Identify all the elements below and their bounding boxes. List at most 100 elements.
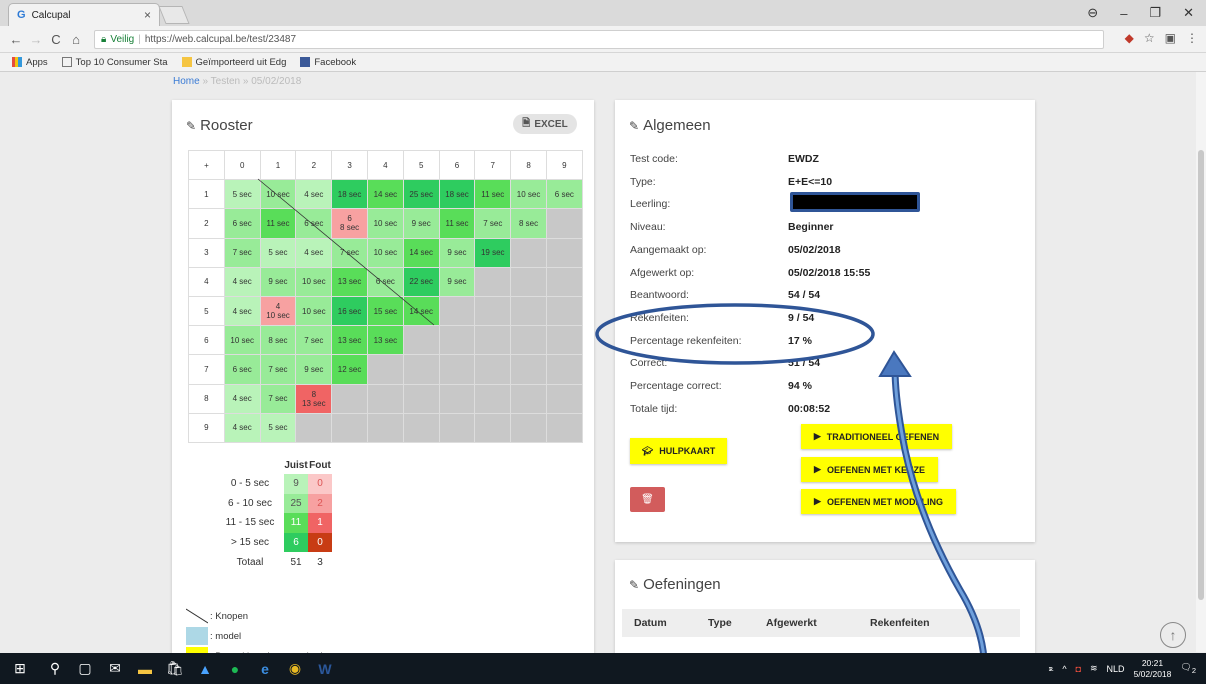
grid-cell[interactable]: 19 sec xyxy=(474,237,512,268)
grid-cell[interactable]: 7 sec xyxy=(259,383,297,414)
grid-cell[interactable]: 18 sec xyxy=(438,179,476,210)
grid-cell[interactable]: 6 sec xyxy=(295,208,333,239)
word-icon[interactable]: W xyxy=(310,653,340,684)
clock[interactable]: 20:21 5/02/2018 xyxy=(1134,658,1172,680)
grid-cell[interactable] xyxy=(545,208,583,239)
grid-cell[interactable]: 13 sec xyxy=(366,325,404,356)
grid-cell[interactable]: 11 sec xyxy=(474,179,512,210)
grid-cell[interactable] xyxy=(295,412,333,443)
grid-cell[interactable] xyxy=(474,325,512,356)
address-bar[interactable]: 🔒︎ Veilig | https://web.calcupal.be/test… xyxy=(94,30,1104,49)
col-afgewerkt[interactable]: Afgewerkt xyxy=(766,617,817,629)
grid-cell[interactable] xyxy=(331,383,368,414)
grid-cell[interactable] xyxy=(545,237,583,268)
grid-cell[interactable]: 14 sec xyxy=(402,295,440,327)
scroll-to-top-icon[interactable]: ↑ xyxy=(1160,622,1186,648)
bookmark-apps[interactable]: Apps xyxy=(12,57,48,68)
grid-cell[interactable]: 4 sec xyxy=(223,383,261,414)
grid-cell[interactable]: 11 sec xyxy=(259,208,297,239)
breadcrumb-home[interactable]: Home xyxy=(173,76,200,87)
grid-cell[interactable]: 22 sec xyxy=(402,266,440,297)
menu-dots-icon[interactable]: ⋮ xyxy=(1186,31,1198,45)
grid-cell[interactable]: 7 sec xyxy=(295,325,333,356)
grid-cell[interactable] xyxy=(438,354,476,385)
grid-cell[interactable] xyxy=(402,383,440,414)
breadcrumb-tests[interactable]: Testen xyxy=(211,76,240,87)
grid-cell[interactable] xyxy=(366,354,404,385)
grid-cell[interactable]: 8 13 sec xyxy=(295,383,333,414)
close-window-icon[interactable]: ✕ xyxy=(1183,5,1194,21)
grid-cell[interactable]: 6 sec xyxy=(223,354,261,385)
wifi-icon[interactable]: ≋ xyxy=(1090,663,1098,674)
grid-cell[interactable] xyxy=(545,325,583,356)
security-icon[interactable]: ◘ xyxy=(1076,664,1081,674)
grid-cell[interactable]: 6 8 sec xyxy=(331,208,368,239)
back-icon[interactable]: ← xyxy=(6,32,26,47)
traditioneel-oefenen-button[interactable]: ▶ TRADITIONEEL OEFENEN xyxy=(801,424,952,449)
col-rekenfeiten[interactable]: Rekenfeiten xyxy=(870,617,930,629)
profile-icon[interactable]: ⊖ xyxy=(1087,5,1098,21)
grid-cell[interactable]: 7 sec xyxy=(259,354,297,385)
grid-cell[interactable] xyxy=(366,412,404,443)
grid-cell[interactable]: 5 sec xyxy=(259,412,297,443)
grid-cell[interactable] xyxy=(545,354,583,385)
bookmark-star-icon[interactable]: ☆ xyxy=(1144,31,1155,45)
grid-cell[interactable]: 4 10 sec xyxy=(259,295,297,327)
grid-cell[interactable] xyxy=(402,412,440,443)
spotify-icon[interactable]: ● xyxy=(220,653,250,684)
grid-cell[interactable]: 10 sec xyxy=(366,237,404,268)
windows-start-icon[interactable]: ⊞ xyxy=(0,653,40,684)
grid-cell[interactable]: 9 sec xyxy=(438,237,476,268)
grid-cell[interactable] xyxy=(545,383,583,414)
grid-cell[interactable]: 6 sec xyxy=(545,179,583,210)
grid-cell[interactable] xyxy=(474,354,512,385)
oefenen-met-keuze-button[interactable]: ▶ OEFENEN MET KEUZE xyxy=(801,457,938,482)
chrome-icon[interactable]: ◉ xyxy=(280,653,310,684)
grid-cell[interactable]: 4 sec xyxy=(223,295,261,327)
grid-cell[interactable]: 18 sec xyxy=(331,179,368,210)
photo-icon[interactable]: ▲ xyxy=(190,653,220,684)
language-indicator[interactable]: NLD xyxy=(1107,664,1125,674)
grid-cell[interactable]: 25 sec xyxy=(402,179,440,210)
grid-cell[interactable] xyxy=(545,412,583,443)
grid-cell[interactable]: 5 sec xyxy=(223,179,261,210)
grid-cell[interactable]: 15 sec xyxy=(366,295,404,327)
grid-cell[interactable] xyxy=(474,412,512,443)
grid-cell[interactable]: 4 sec xyxy=(295,237,333,268)
home-icon[interactable]: ⌂ xyxy=(66,32,86,47)
hulpkaart-button[interactable]: 🎓︎ HULPKAART xyxy=(630,438,727,464)
grid-cell[interactable] xyxy=(510,383,547,414)
grid-cell[interactable]: 8 sec xyxy=(259,325,297,356)
grid-cell[interactable] xyxy=(474,295,512,327)
grid-cell[interactable] xyxy=(438,412,476,443)
chevron-up-icon[interactable]: ^ xyxy=(1062,664,1066,674)
grid-cell[interactable]: 7 sec xyxy=(223,237,261,268)
delete-button[interactable]: 🗑︎ xyxy=(630,487,665,512)
grid-cell[interactable]: 10 sec xyxy=(510,179,547,210)
grid-cell[interactable] xyxy=(545,266,583,297)
grid-cell[interactable] xyxy=(510,266,547,297)
grid-cell[interactable]: 7 sec xyxy=(331,237,368,268)
grid-cell[interactable]: 10 sec xyxy=(295,295,333,327)
bookmark-facebook[interactable]: Facebook xyxy=(300,57,356,68)
grid-cell[interactable]: 6 sec xyxy=(223,208,261,239)
grid-cell[interactable]: 10 sec xyxy=(259,179,297,210)
grid-cell[interactable]: 4 sec xyxy=(223,266,261,297)
grid-cell[interactable]: 9 sec xyxy=(438,266,476,297)
grid-cell[interactable] xyxy=(510,237,547,268)
grid-cell[interactable]: 10 sec xyxy=(223,325,261,356)
grid-cell[interactable] xyxy=(510,325,547,356)
extension-icon[interactable]: ◆ xyxy=(1125,31,1134,45)
oefenen-met-modeling-button[interactable]: ▶ OEFENEN MET MODELING xyxy=(801,489,956,514)
grid-cell[interactable]: 4 sec xyxy=(223,412,261,443)
grid-cell[interactable] xyxy=(438,325,476,356)
grid-cell[interactable]: 8 sec xyxy=(510,208,547,239)
new-tab-button[interactable] xyxy=(158,6,190,24)
task-view-icon[interactable]: ▢ xyxy=(70,653,100,684)
grid-cell[interactable] xyxy=(402,325,440,356)
grid-cell[interactable]: 6 sec xyxy=(366,266,404,297)
grid-cell[interactable]: 12 sec xyxy=(331,354,368,385)
scrollbar-thumb[interactable] xyxy=(1198,150,1204,600)
col-datum[interactable]: Datum xyxy=(634,617,667,629)
grid-cell[interactable] xyxy=(331,412,368,443)
